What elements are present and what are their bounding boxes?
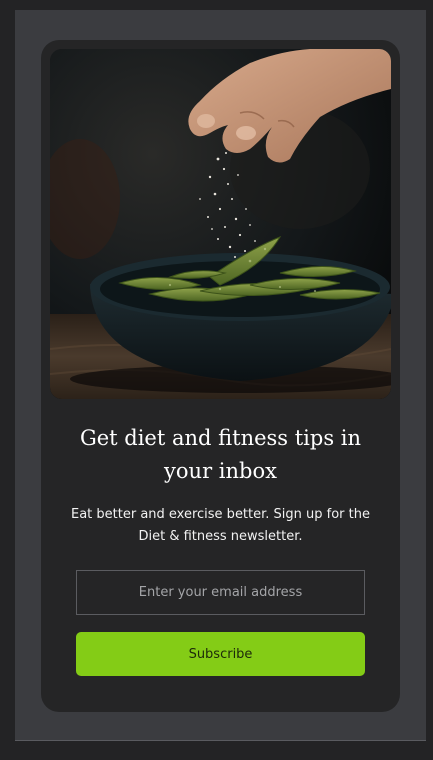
subscribe-button[interactable]: Subscribe xyxy=(76,632,365,676)
newsletter-title: Get diet and fitness tips in your inbox xyxy=(79,426,362,483)
newsletter-card: Get diet and fitness tips in your inbox … xyxy=(41,40,400,712)
hero-image xyxy=(50,49,391,399)
newsletter-description: Eat better and exercise better. Sign up … xyxy=(70,507,370,544)
email-input[interactable] xyxy=(76,570,365,615)
